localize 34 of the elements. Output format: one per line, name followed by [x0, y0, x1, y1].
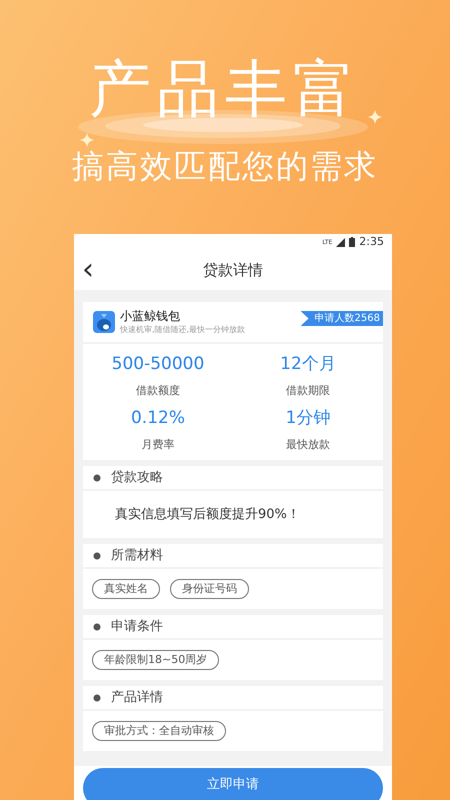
product-name: 小蓝鲸钱包	[120, 309, 181, 324]
bullet-icon	[93, 622, 101, 630]
stat-value: 0.12%	[130, 407, 185, 430]
applicant-count-badge: 申请人数2568	[300, 311, 383, 326]
page-title: 贷款详情	[203, 260, 263, 281]
promo-subtitle: 搞高效匹配您的需求	[72, 146, 378, 186]
product-tagline: 快速机审,随借随还,最快一分钟放款	[120, 324, 246, 335]
signal-icon	[336, 238, 346, 246]
tip-text: 真实信息填写后额度提升90%！	[115, 506, 300, 524]
stat-label: 借款期限	[286, 384, 330, 398]
battery-icon	[349, 237, 356, 247]
tag-chip: 身份证号码	[170, 579, 249, 599]
stat-value: 12个月	[280, 353, 336, 376]
tag-chip: 真实姓名	[92, 579, 160, 599]
bullet-icon	[93, 474, 101, 482]
section-title: 申请条件	[111, 618, 163, 636]
tag-chip: 年龄限制18~50周岁	[92, 650, 220, 670]
section-title: 产品详情	[111, 688, 163, 707]
bullet-icon	[93, 552, 101, 560]
status-time: 2:35	[359, 234, 384, 250]
stat-label: 最快放款	[286, 438, 330, 452]
section-title: 贷款攻略	[111, 468, 163, 487]
section-title: 所需材料	[111, 546, 163, 565]
apply-button[interactable]: 立即申请	[83, 768, 383, 800]
stat-value: 500-50000	[112, 353, 204, 376]
sparkle-icon	[80, 133, 94, 147]
stat-label: 月费率	[142, 438, 174, 452]
back-button[interactable]: ‹	[78, 255, 98, 285]
tag-chip: 审批方式：全自动审核	[92, 721, 226, 741]
stat-value: 1分钟	[286, 407, 330, 430]
stat-label: 借款额度	[136, 384, 180, 398]
promo-title: 产品丰富	[89, 52, 361, 126]
sparkle-icon	[368, 110, 382, 124]
bullet-icon	[93, 694, 101, 702]
